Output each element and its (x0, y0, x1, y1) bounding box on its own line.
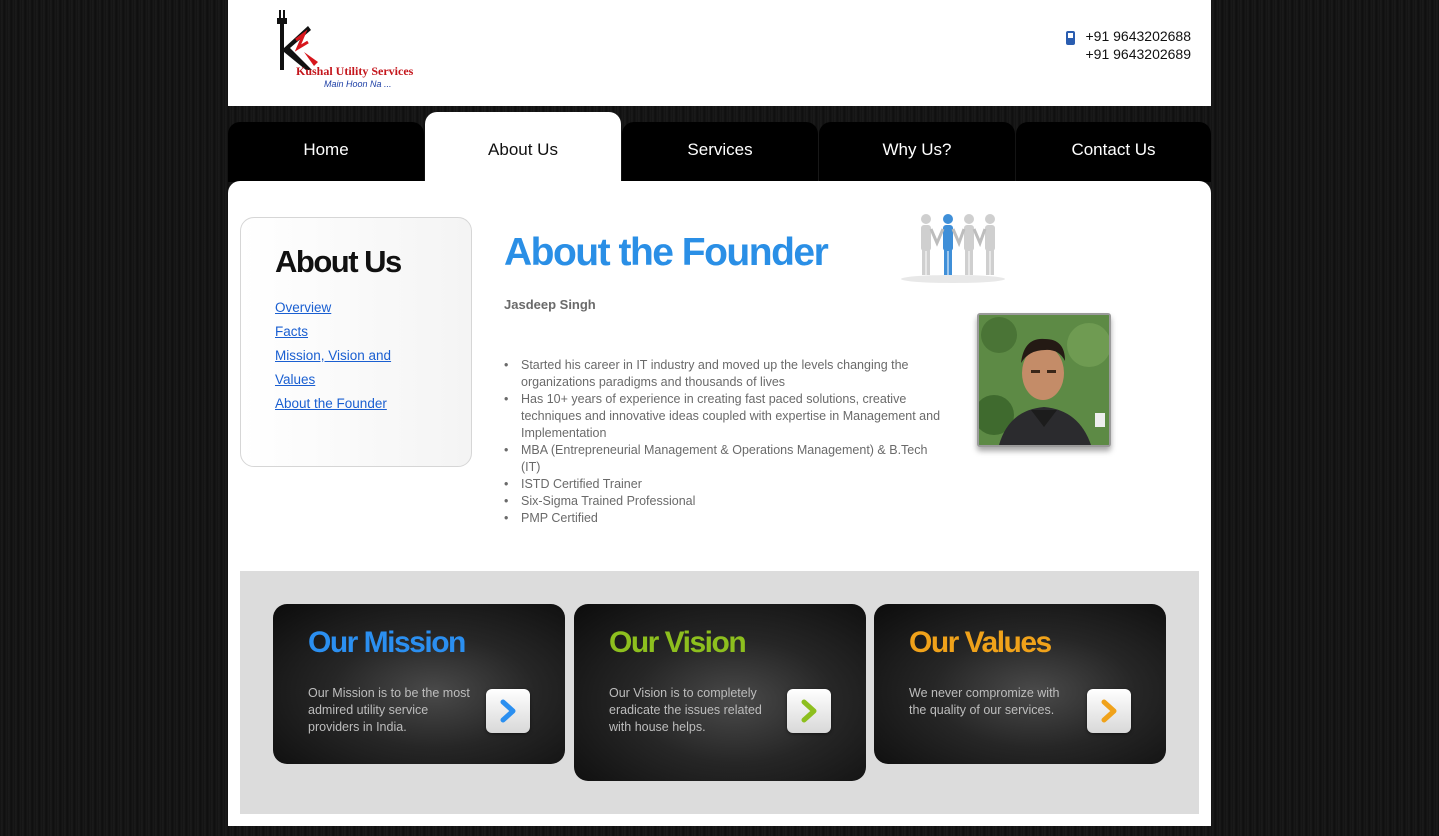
main-nav: Home About Us Services Why Us? Contact U… (228, 112, 1211, 182)
tab-home[interactable]: Home (228, 122, 424, 182)
phone-number-1: +91 9643202688 (1085, 28, 1192, 44)
sidebar-link-mission-vision-values[interactable]: Mission, Vision and Values (275, 344, 425, 392)
mission-more-button[interactable] (486, 689, 530, 733)
list-item: ISTD Certified Trainer (504, 476, 944, 493)
sidebar-title: About Us (275, 244, 402, 279)
page-title: About the Founder (504, 231, 829, 274)
tab-why-us[interactable]: Why Us? (819, 122, 1015, 182)
tab-about-us[interactable]: About Us (425, 112, 621, 182)
content-area: About Us Overview Facts Mission, Vision … (228, 181, 1211, 826)
chevron-right-icon (1101, 699, 1117, 723)
mission-card-text: Our Mission is to be the most admired ut… (308, 686, 470, 734)
vision-more-button[interactable] (787, 689, 831, 733)
sidebar: About Us Overview Facts Mission, Vision … (240, 217, 472, 467)
values-card-text: We never compromize with the quality of … (909, 686, 1060, 717)
team-people-icon (901, 214, 1005, 283)
sidebar-link-facts[interactable]: Facts (275, 320, 425, 344)
values-card-title: Our Values (909, 626, 1052, 659)
list-item: PMP Certified (504, 510, 944, 527)
logo-mark-icon (277, 10, 318, 70)
founder-photo (977, 313, 1111, 447)
chevron-right-icon (801, 699, 817, 723)
list-item: Started his career in IT industry and mo… (504, 357, 944, 391)
sidebar-link-about-founder[interactable]: About the Founder (275, 392, 425, 416)
values-card[interactable]: Our Values We never compromize with the … (874, 604, 1166, 764)
logo-tagline: Main Hoon Na ... (324, 79, 392, 89)
sidebar-links: Overview Facts Mission, Vision and Value… (275, 296, 425, 416)
vision-card-text: Our Vision is to completely eradicate th… (609, 686, 762, 734)
phone-number-2: +91 9643202689 (1085, 46, 1192, 62)
mission-card[interactable]: Our Mission Our Mission is to be the mos… (273, 604, 565, 764)
list-item: MBA (Entrepreneurial Management & Operat… (504, 442, 944, 476)
page-wrapper: Kushal Utility Services Main Hoon Na ...… (228, 0, 1211, 836)
phone-numbers: +91 9643202688 +91 9643202689 (1065, 27, 1192, 63)
highlights-band: Our Mission Our Mission is to be the mos… (240, 571, 1199, 814)
list-item: Six-Sigma Trained Professional (504, 493, 944, 510)
vision-card-title: Our Vision (609, 626, 747, 659)
founder-name: Jasdeep Singh (504, 297, 596, 312)
header: Kushal Utility Services Main Hoon Na ...… (228, 0, 1211, 106)
vision-card[interactable]: Our Vision Our Vision is to completely e… (574, 604, 866, 781)
tab-services[interactable]: Services (622, 122, 818, 182)
chevron-right-icon (500, 699, 516, 723)
tab-contact-us[interactable]: Contact Us (1016, 122, 1211, 182)
logo-name: Kushal Utility Services (296, 64, 414, 78)
mission-card-title: Our Mission (308, 626, 466, 659)
sidebar-link-overview[interactable]: Overview (275, 296, 425, 320)
mobile-phone-icon (1065, 31, 1075, 45)
logo[interactable]: Kushal Utility Services Main Hoon Na ... (274, 8, 434, 92)
list-item: Has 10+ years of experience in creating … (504, 391, 944, 442)
founder-bullet-list: Started his career in IT industry and mo… (504, 357, 944, 527)
values-more-button[interactable] (1087, 689, 1131, 733)
